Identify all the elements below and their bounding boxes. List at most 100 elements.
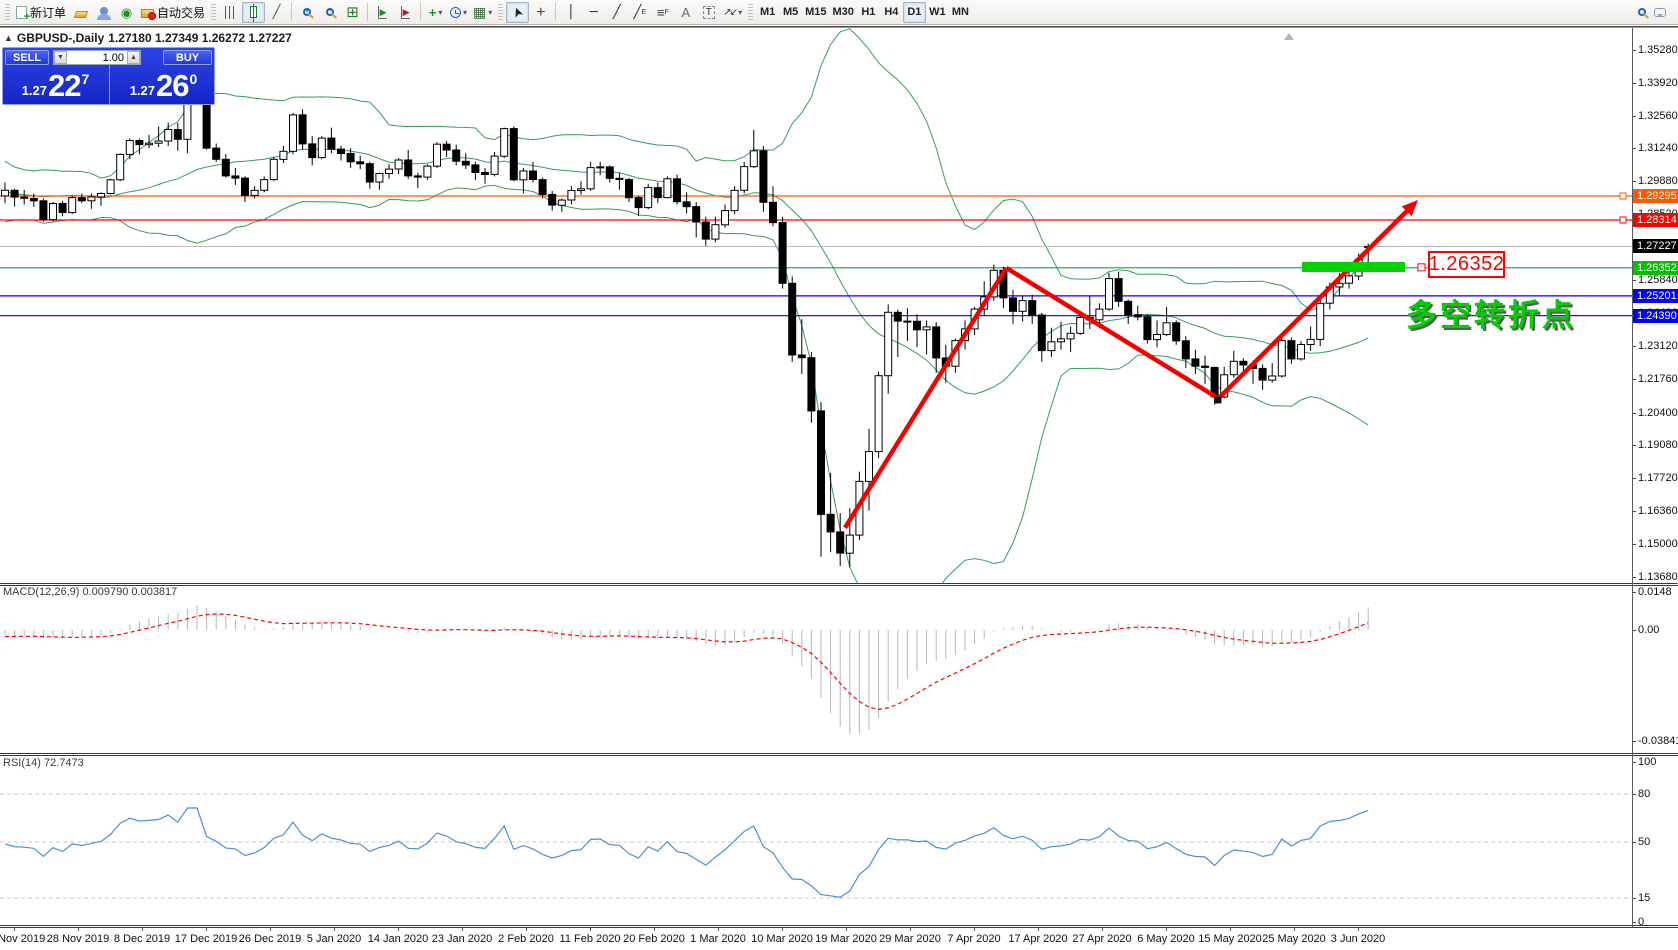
date-tick — [974, 928, 975, 931]
fibonacci-icon: ≡ — [657, 6, 665, 19]
candle-body — [1048, 342, 1055, 351]
search-icon[interactable] — [1638, 8, 1646, 16]
channel-icon: ╱ — [634, 6, 642, 19]
candle-body — [146, 143, 153, 145]
period-button-h4[interactable]: H4 — [880, 2, 903, 23]
vertical-line-tool-button[interactable]: │ — [559, 2, 582, 23]
date-tick — [590, 928, 591, 931]
candle-body — [1010, 298, 1017, 311]
fibonacci-tool-button[interactable]: ≡F — [651, 2, 674, 23]
candle-body — [136, 141, 143, 145]
buy-price-button[interactable]: 1.27 26 0 — [111, 65, 216, 104]
timeframes-button[interactable]: ▾ — [447, 2, 470, 23]
toolbar-grip[interactable] — [498, 4, 503, 20]
period-button-h1[interactable]: H1 — [857, 2, 880, 23]
signals-button[interactable]: ◉ — [115, 2, 138, 23]
volume-increase-button[interactable]: ▲ — [127, 51, 140, 64]
candle-body — [674, 179, 681, 202]
candlestick-icon — [250, 6, 257, 18]
zoom-out-button[interactable]: − — [318, 2, 341, 23]
chat-icon[interactable] — [1654, 8, 1666, 17]
trend-vertex-handle[interactable] — [1214, 396, 1221, 403]
line-handle[interactable] — [1418, 264, 1425, 271]
line-chart-mode-button[interactable]: ╱ — [265, 2, 288, 23]
period-button-m30[interactable]: M30 — [829, 2, 856, 23]
auto-trading-button[interactable]: 自动交易 — [138, 2, 208, 23]
bar-chart-mode-button[interactable] — [219, 2, 242, 23]
buy-button[interactable]: BUY — [163, 50, 212, 65]
trendline-icon: ╱ — [613, 6, 621, 19]
text-label-tool-button[interactable]: T — [697, 2, 720, 23]
buy-price-prefix: 1.27 — [130, 83, 155, 98]
market-watch-button[interactable] — [69, 2, 92, 23]
price-tick: 1.16360 — [1633, 505, 1678, 518]
candle-body — [1173, 323, 1180, 341]
candle-body — [222, 159, 229, 176]
candle-body — [386, 169, 393, 173]
trade-panel-divider — [109, 65, 110, 105]
candle-body — [626, 180, 633, 198]
chart-title: ▲ GBPUSD-,Daily 1.27180 1.27349 1.26272 … — [4, 31, 292, 45]
date-tick — [78, 928, 79, 931]
trend-arrow-line[interactable] — [845, 268, 1006, 528]
date-label: 19 Nov 2019 — [0, 933, 45, 945]
horizontal-line-tool-button[interactable]: ─ — [582, 2, 605, 23]
period-button-m5[interactable]: M5 — [779, 2, 802, 23]
sell-button[interactable]: SELL — [5, 50, 49, 65]
horizontal-line-icon: ─ — [590, 6, 598, 19]
arrows-tool-button[interactable]: ↗↙ ▾ — [720, 2, 745, 23]
candle-body — [1182, 341, 1189, 359]
symbol-icon: ▲ — [4, 33, 13, 43]
toolbar-grip[interactable] — [748, 4, 753, 20]
cursor-tool-button[interactable]: ➤ — [506, 2, 529, 23]
candlestick-mode-button[interactable] — [242, 2, 265, 23]
volume-stepper: ▼ 1.00 ▲ — [53, 50, 141, 65]
sell-price-button[interactable]: 1.27 22 7 — [3, 65, 108, 104]
date-label: 11 Feb 2020 — [560, 933, 621, 945]
candle-body — [587, 168, 594, 189]
candle-body — [50, 204, 57, 220]
level-price-box[interactable]: 1.26352 — [1428, 251, 1505, 278]
text-tool-button[interactable]: A — [674, 2, 697, 23]
date-tick — [1358, 928, 1359, 931]
candle-body — [1038, 315, 1045, 351]
main-price-chart[interactable] — [0, 28, 1632, 583]
rsi-indicator-panel[interactable] — [0, 756, 1632, 925]
templates-button[interactable]: ▦ ▾ — [470, 2, 495, 23]
line-handle[interactable] — [1620, 193, 1626, 199]
candle-body — [232, 176, 239, 178]
indicators-button[interactable]: + ▾ — [424, 2, 447, 23]
rsi-line — [5, 808, 1368, 897]
period-button-mn[interactable]: MN — [949, 2, 972, 23]
toolbar-grip[interactable] — [5, 4, 10, 20]
chart-shift-button[interactable]: ▶ — [394, 2, 417, 23]
channel-tool-button[interactable]: ╱E — [628, 2, 651, 23]
line-handle[interactable] — [1620, 217, 1626, 223]
trendline-tool-button[interactable]: ╱ — [605, 2, 628, 23]
macd-indicator-panel[interactable] — [0, 586, 1632, 753]
price-marker-label: 1.29295 — [1633, 189, 1678, 203]
zoom-in-button[interactable]: + — [295, 2, 318, 23]
period-button-m15[interactable]: M15 — [802, 2, 829, 23]
period-button-d1[interactable]: D1 — [903, 2, 926, 23]
auto-scroll-button[interactable]: ▶ — [371, 2, 394, 23]
crosshair-icon: + — [536, 6, 545, 19]
toolbar-grip[interactable] — [211, 4, 216, 20]
community-button[interactable] — [92, 2, 115, 23]
date-label: 8 Dec 2019 — [114, 933, 170, 945]
date-label: 19 Mar 2020 — [815, 933, 877, 945]
support-zone-bar[interactable] — [1302, 262, 1405, 272]
tile-windows-button[interactable]: ⊞ — [341, 2, 364, 23]
crosshair-tool-button[interactable]: + — [529, 2, 552, 23]
volume-decrease-button[interactable]: ▼ — [54, 51, 67, 64]
new-order-button[interactable]: 新订单 — [13, 2, 69, 23]
rsi-label: RSI(14) 72.7473 — [3, 757, 84, 769]
candle-body — [242, 178, 249, 195]
date-tick — [718, 928, 719, 931]
price-tick: 1.19080 — [1633, 439, 1678, 452]
trend-arrow-line[interactable] — [1218, 206, 1412, 399]
candle-body — [827, 514, 834, 532]
period-button-w1[interactable]: W1 — [926, 2, 949, 23]
annotation-note[interactable]: 多空转折点 — [1406, 290, 1576, 335]
period-button-m1[interactable]: M1 — [756, 2, 779, 23]
